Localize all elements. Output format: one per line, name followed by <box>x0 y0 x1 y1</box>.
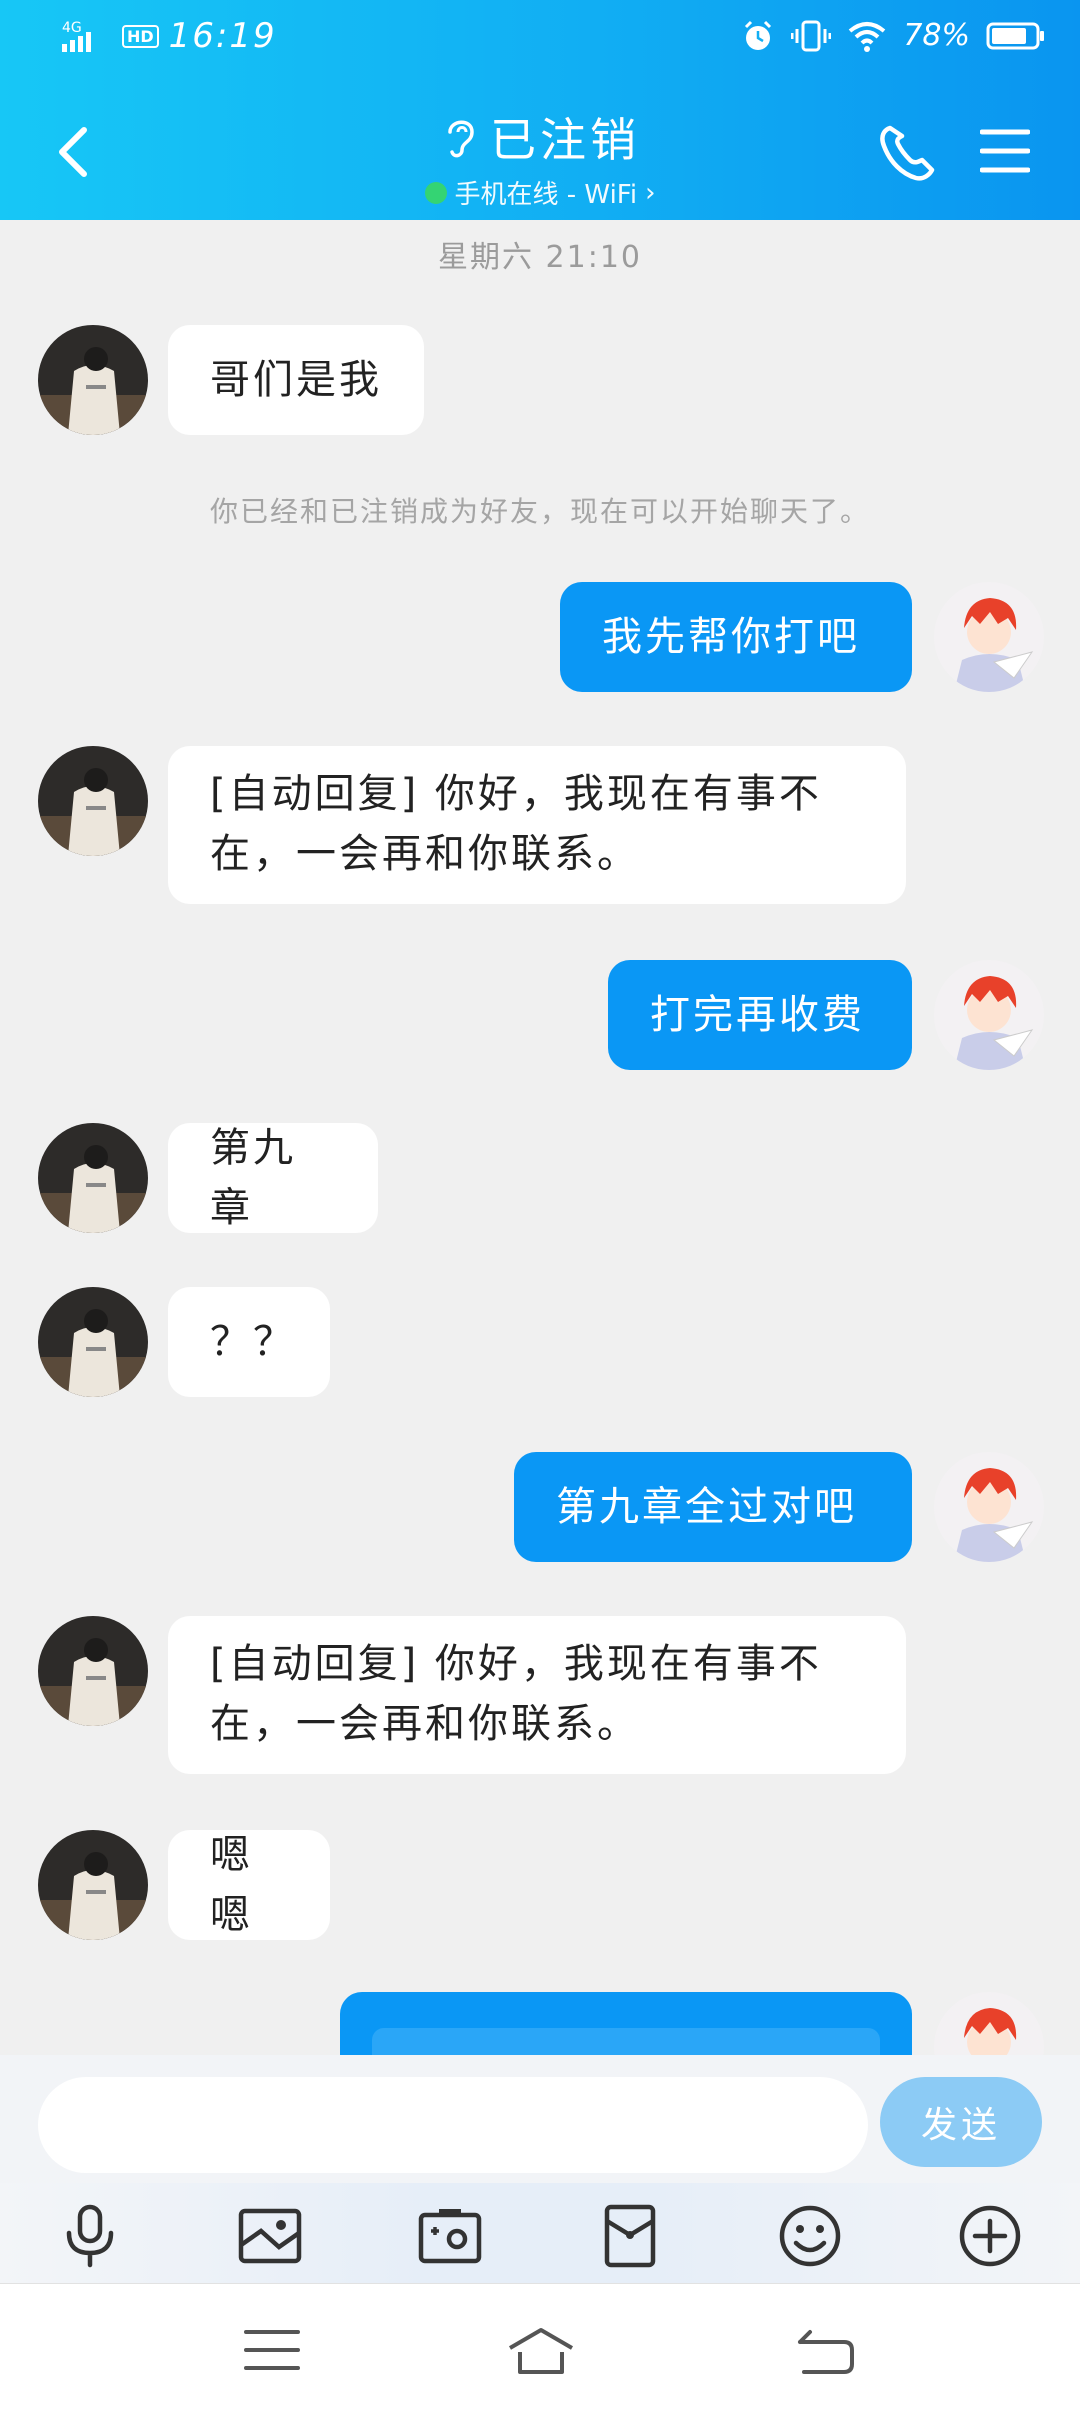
message-input[interactable] <box>38 2077 868 2173</box>
friend-avatar[interactable] <box>38 325 148 435</box>
vibrate-icon <box>791 20 832 51</box>
auto-reply-bubble[interactable]: [自动回复] 你好，我现在有事不在，一会再和你联系。 <box>168 746 906 904</box>
microphone-icon[interactable] <box>55 2201 125 2271</box>
chat-title: 已注销 <box>490 113 640 167</box>
plus-icon[interactable] <box>955 2201 1025 2271</box>
chat-toolbar <box>0 2183 1080 2283</box>
phone-icon[interactable] <box>876 122 938 184</box>
message-bubble[interactable]: 第九章全过对吧 <box>514 1452 912 1562</box>
status-time: 16:19 <box>168 16 277 56</box>
alarm-icon <box>745 20 772 50</box>
my-avatar[interactable] <box>934 582 1044 692</box>
message-bubble[interactable]: 第九章 <box>168 1123 378 1233</box>
online-status-text: 手机在线 - WiFi <box>454 180 638 210</box>
system-nav-bar <box>0 2283 1080 2409</box>
menu-icon[interactable] <box>980 128 1030 174</box>
camera-icon[interactable] <box>415 2201 485 2271</box>
message-bubble[interactable]: 哥们是我 <box>168 325 424 435</box>
signal-icon: 4G <box>62 20 91 52</box>
system-message: 你已经和已注销成为好友，现在可以开始聊天了。 <box>209 495 870 528</box>
friend-avatar[interactable] <box>38 1616 148 1726</box>
friend-avatar[interactable] <box>38 1123 148 1233</box>
menu-nav-icon[interactable] <box>242 2322 302 2378</box>
svg-text:4G: 4G <box>62 20 82 36</box>
message-bubble[interactable]: 打完再收费 <box>608 960 912 1070</box>
send-button[interactable]: 发送 <box>880 2077 1042 2167</box>
my-avatar[interactable] <box>934 960 1044 1070</box>
wifi-icon <box>849 21 886 52</box>
message-bubble[interactable]: 嗯嗯 <box>168 1830 330 1940</box>
chat-header: 4G 4G HD 16:19 78% 已注销 手机在线 - WiFi › <box>0 0 1080 220</box>
battery-percent: 78% <box>903 18 970 53</box>
status-bar-left: 4G 4G HD 16:19 <box>62 16 277 56</box>
message-bubble[interactable]: 我先帮你打吧 <box>560 582 912 692</box>
friend-avatar[interactable] <box>38 1287 148 1397</box>
my-avatar[interactable] <box>934 1452 1044 1562</box>
hd-badge: HD <box>122 24 159 48</box>
image-icon[interactable] <box>235 2201 305 2271</box>
message-bubble[interactable]: ？？ <box>168 1287 330 1397</box>
battery-icon <box>986 22 1044 49</box>
chat-timestamp: 星期六 21:10 <box>438 240 642 275</box>
emoji-icon[interactable] <box>775 2201 845 2271</box>
input-bar: 发送 <box>0 2055 1080 2183</box>
red-packet-icon[interactable] <box>595 2201 665 2271</box>
online-indicator <box>424 181 447 204</box>
ear-icon <box>448 120 474 158</box>
friend-avatar[interactable] <box>38 746 148 856</box>
home-nav-icon[interactable] <box>506 2322 576 2378</box>
auto-reply-bubble[interactable]: [自动回复] 你好，我现在有事不在，一会再和你联系。 <box>168 1616 906 1774</box>
friend-avatar[interactable] <box>38 1830 148 1940</box>
status-bar-right: 78% <box>741 18 1046 53</box>
back-nav-icon[interactable] <box>796 2322 856 2378</box>
chevron-right-icon: › <box>645 177 656 208</box>
